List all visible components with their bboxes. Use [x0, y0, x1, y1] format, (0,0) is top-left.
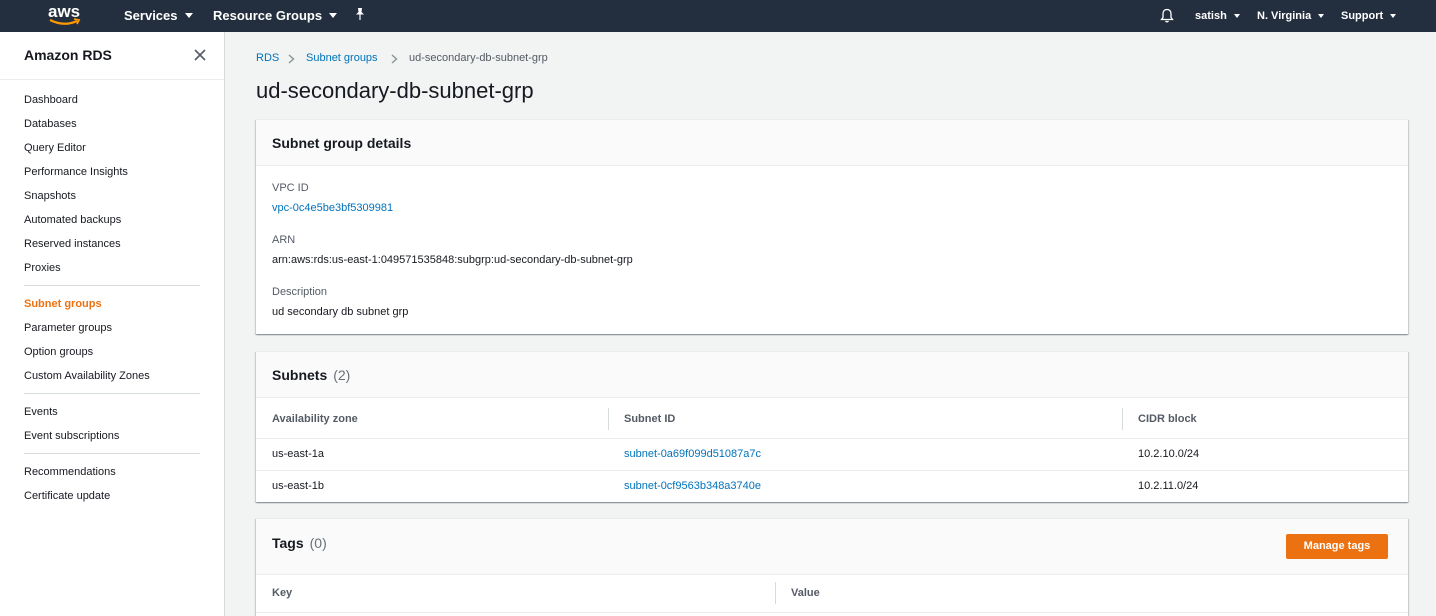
sidebar-item-databases[interactable]: Databases [24, 118, 77, 130]
subnets-panel: Subnets (2) Availability zone Subnet ID C… [256, 351, 1408, 502]
column-header-cidr-block[interactable]: CIDR block [1138, 413, 1197, 425]
arn-value: arn:aws:rds:us-east-1:049571535848:subgr… [272, 254, 633, 266]
table-row-divider [256, 612, 1408, 613]
aws-logo[interactable]: aws [48, 2, 82, 30]
sidebar-item-custom-availability-zones[interactable]: Custom Availability Zones [24, 370, 150, 382]
sidebar-item-parameter-groups[interactable]: Parameter groups [24, 322, 112, 334]
resource-groups-label: Resource Groups [213, 8, 323, 23]
chevron-down-icon [184, 13, 193, 18]
subnet-id-link[interactable]: subnet-0cf9563b348a3740e [624, 480, 761, 492]
panel-title: Subnets (2) [272, 367, 350, 383]
region-label: N. Virginia [1257, 10, 1312, 22]
column-header-subnet-id[interactable]: Subnet ID [624, 413, 675, 425]
sidebar-title: Amazon RDS [24, 47, 112, 63]
chevron-down-icon [1318, 14, 1325, 18]
availability-zone-cell: us-east-1a [272, 448, 324, 460]
sidebar-item-reserved-instances[interactable]: Reserved instances [24, 238, 121, 250]
sidebar-divider [24, 393, 200, 394]
resource-groups-menu[interactable]: Resource Groups [213, 8, 338, 23]
column-divider [775, 582, 776, 604]
user-menu[interactable]: satish [1195, 10, 1240, 22]
arn-label: ARN [272, 234, 296, 246]
vpc-id-label: VPC ID [272, 182, 309, 194]
support-menu[interactable]: Support [1341, 10, 1397, 22]
manage-tags-button[interactable]: Manage tags [1286, 534, 1388, 559]
cidr-block-cell: 10.2.10.0/24 [1138, 448, 1200, 460]
sidebar-item-events[interactable]: Events [24, 406, 58, 418]
sidebar-item-proxies[interactable]: Proxies [24, 262, 61, 274]
sidebar-item-certificate-update[interactable]: Certificate update [24, 490, 110, 502]
table-row-divider [256, 438, 1408, 439]
pin-icon [356, 8, 364, 20]
availability-zone-cell: us-east-1b [272, 480, 324, 492]
top-navigation-bar: aws Services Resource Groups satish N. V… [0, 0, 1436, 32]
close-icon[interactable] [193, 48, 207, 62]
column-divider [608, 408, 609, 430]
tags-panel: Tags (0) Manage tags Key Value [256, 518, 1408, 616]
chevron-right-icon [288, 54, 295, 64]
sidebar-divider [24, 453, 200, 454]
column-divider [1122, 408, 1123, 430]
panel-header: Subnets (2) [256, 352, 1408, 398]
breadcrumb-rds[interactable]: RDS [256, 52, 279, 64]
breadcrumb-subnet-groups[interactable]: Subnet groups [306, 52, 378, 64]
sidebar-header-divider [0, 79, 224, 80]
support-label: Support [1341, 10, 1384, 22]
sidebar-item-performance-insights[interactable]: Performance Insights [24, 166, 128, 178]
description-value: ud secondary db subnet grp [272, 306, 409, 318]
column-header-key[interactable]: Key [272, 587, 292, 599]
description-label: Description [272, 286, 328, 298]
column-header-value[interactable]: Value [791, 587, 820, 599]
page-title: ud-secondary-db-subnet-grp [256, 78, 534, 103]
subnet-group-details-panel: Subnet group details VPC ID vpc-0c4e5be3… [256, 119, 1408, 334]
user-label: satish [1195, 10, 1227, 22]
panel-title: Tags (0) [272, 535, 327, 551]
sidebar-item-event-subscriptions[interactable]: Event subscriptions [24, 430, 119, 442]
tags-count: (0) [309, 535, 327, 551]
cidr-block-cell: 10.2.11.0/24 [1138, 480, 1199, 492]
panel-header: Tags (0) Manage tags [256, 519, 1408, 575]
column-header-availability-zone[interactable]: Availability zone [272, 413, 358, 425]
notifications-button[interactable] [1160, 8, 1174, 23]
chevron-down-icon [329, 13, 338, 18]
chevron-down-icon [1233, 14, 1240, 18]
aws-smile-icon [49, 18, 81, 25]
services-label: Services [124, 8, 178, 23]
sidebar-item-option-groups[interactable]: Option groups [24, 346, 93, 358]
chevron-right-icon [391, 54, 398, 64]
sidebar-item-automated-backups[interactable]: Automated backups [24, 214, 121, 226]
region-menu[interactable]: N. Virginia [1257, 10, 1325, 22]
chevron-down-icon [1390, 14, 1397, 18]
subnets-count: (2) [333, 367, 351, 383]
pin-button[interactable] [354, 7, 366, 21]
sidebar-item-query-editor[interactable]: Query Editor [24, 142, 86, 154]
sidebar-divider [24, 285, 200, 286]
sidebar-item-dashboard[interactable]: Dashboard [24, 94, 78, 106]
panel-header: Subnet group details [256, 120, 1408, 166]
subnets-title: Subnets [272, 367, 328, 383]
sidebar-item-snapshots[interactable]: Snapshots [24, 190, 76, 202]
tags-title: Tags [272, 535, 304, 551]
table-row-divider [256, 470, 1408, 471]
bell-icon [1160, 8, 1174, 23]
services-menu[interactable]: Services [124, 8, 193, 23]
subnet-id-link[interactable]: subnet-0a69f099d51087a7c [624, 448, 761, 460]
panel-title: Subnet group details [272, 135, 412, 151]
sidebar-item-recommendations[interactable]: Recommendations [24, 466, 116, 478]
vpc-id-link[interactable]: vpc-0c4e5be3bf5309981 [272, 202, 393, 214]
sidebar: Amazon RDS Dashboard Databases Query Edi… [0, 32, 225, 616]
breadcrumb-current: ud-secondary-db-subnet-grp [409, 52, 548, 64]
sidebar-item-subnet-groups[interactable]: Subnet groups [24, 298, 102, 310]
